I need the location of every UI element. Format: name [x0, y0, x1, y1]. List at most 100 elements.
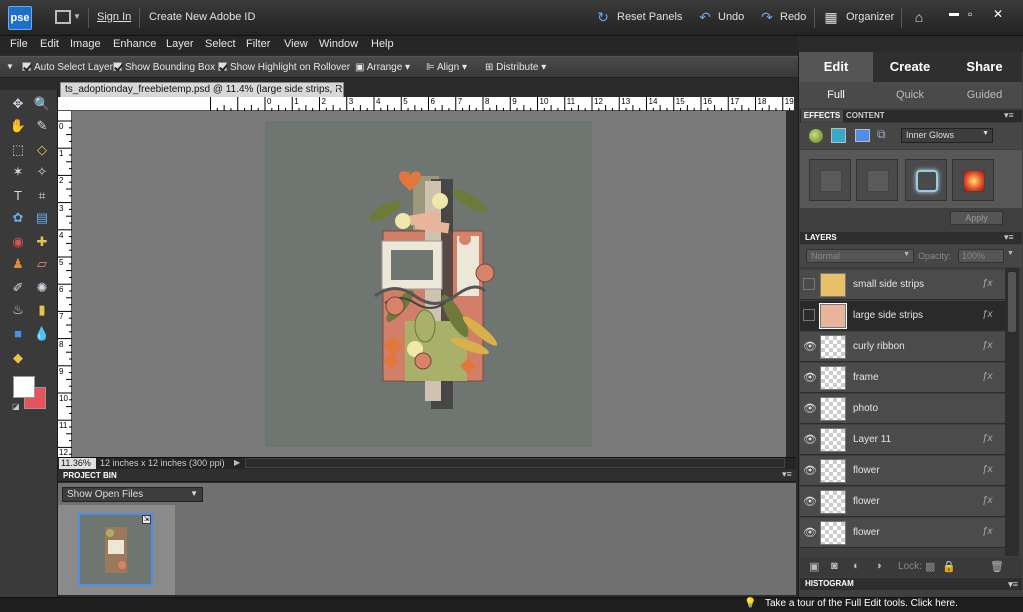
- organizer-button[interactable]: Organizer: [846, 11, 894, 23]
- redo-button[interactable]: Redo: [780, 11, 806, 23]
- cookie-cutter-tool-icon[interactable]: ✿: [8, 208, 28, 228]
- layer-style-icon[interactable]: ƒx: [982, 309, 993, 320]
- lasso-tool-icon[interactable]: ◇: [32, 140, 52, 160]
- fill-layer-icon[interactable]: ◑: [875, 560, 882, 572]
- distribute-dropdown[interactable]: ⊞ Distribute ▾: [485, 62, 546, 73]
- effect-thumbnail[interactable]: [905, 159, 947, 201]
- recompose-tool-icon[interactable]: ▤: [32, 208, 52, 228]
- menu-filter[interactable]: Filter: [246, 38, 270, 50]
- menu-file[interactable]: File: [10, 38, 28, 50]
- layer-row[interactable]: 👁 curly ribbon ƒx: [800, 332, 1005, 362]
- new-layer-icon[interactable]: ▣: [809, 560, 819, 573]
- trash-icon[interactable]: 🗑: [990, 560, 1004, 573]
- tab-effects[interactable]: EFFECTS: [801, 110, 843, 122]
- project-bin-header[interactable]: PROJECT BIN ▾≡: [58, 469, 796, 482]
- magic-wand-tool-icon[interactable]: ✶: [8, 162, 28, 182]
- eye-icon[interactable]: 👁: [803, 434, 817, 446]
- tab-full[interactable]: Full: [799, 85, 873, 105]
- effect-thumbnail[interactable]: [952, 159, 994, 201]
- paint-bucket-tool-icon[interactable]: ♨: [8, 300, 28, 320]
- menu-select[interactable]: Select: [205, 38, 236, 50]
- crop-tool-icon[interactable]: ⌗: [32, 186, 52, 206]
- panel-menu-icon[interactable]: ▾≡: [782, 469, 792, 480]
- shape-tool-icon[interactable]: ■: [8, 324, 28, 344]
- sign-in-link[interactable]: Sign In: [97, 11, 131, 23]
- photo-effects-icon[interactable]: [855, 129, 870, 142]
- eraser-tool-icon[interactable]: ▱: [32, 254, 52, 274]
- menu-view[interactable]: View: [284, 38, 308, 50]
- options-menu-icon[interactable]: ▼: [6, 62, 14, 71]
- show-all-effects-icon[interactable]: ⧉: [877, 127, 886, 142]
- close-button[interactable]: ✕: [993, 7, 1003, 21]
- open-file-thumbnail[interactable]: ⇲: [78, 513, 153, 586]
- blur-tool-icon[interactable]: 💧: [32, 324, 52, 344]
- layer-style-icon[interactable]: ƒx: [982, 433, 993, 444]
- layers-scrollbar[interactable]: [1005, 268, 1019, 556]
- menu-edit[interactable]: Edit: [40, 38, 59, 50]
- layer-row[interactable]: 👁 flower ƒx: [800, 518, 1005, 548]
- layer-row[interactable]: 👁 photo: [800, 394, 1005, 424]
- healing-brush-tool-icon[interactable]: ✚: [32, 232, 52, 252]
- layer-style-icon[interactable]: ƒx: [982, 526, 993, 537]
- menu-enhance[interactable]: Enhance: [113, 38, 156, 50]
- align-dropdown[interactable]: ⊫ Align ▾: [426, 62, 467, 73]
- create-adobe-id-link[interactable]: Create New Adobe ID: [149, 11, 255, 23]
- red-eye-tool-icon[interactable]: ◉: [8, 232, 28, 252]
- restore-button[interactable]: ▫: [968, 7, 972, 21]
- auto-select-layer-checkbox[interactable]: Auto Select Layer: [22, 62, 113, 73]
- eye-icon[interactable]: 👁: [803, 341, 817, 353]
- status-menu-arrow-icon[interactable]: ▶: [234, 458, 240, 467]
- layer-row[interactable]: 👁 frame ƒx: [800, 363, 1005, 393]
- tab-edit[interactable]: Edit: [799, 52, 873, 82]
- clone-stamp-tool-icon[interactable]: ♟: [8, 254, 28, 274]
- layer-row[interactable]: 👁 flower ƒx: [800, 487, 1005, 517]
- adjustment-layer-icon[interactable]: ◐: [853, 560, 860, 572]
- layer-style-icon[interactable]: ƒx: [982, 495, 993, 506]
- move-tool-icon[interactable]: ✥: [8, 94, 28, 114]
- quick-selection-tool-icon[interactable]: ✧: [32, 162, 52, 182]
- layer-style-icon[interactable]: ƒx: [982, 340, 993, 351]
- brush-tool-icon[interactable]: ✐: [8, 278, 28, 298]
- tab-share[interactable]: Share: [947, 52, 1022, 82]
- tab-create[interactable]: Create: [873, 52, 947, 82]
- opacity-field[interactable]: 100%: [958, 249, 1004, 263]
- redo-icon[interactable]: ↷: [759, 9, 775, 25]
- layer-row[interactable]: small side strips ƒx: [800, 270, 1005, 300]
- layer-style-icon[interactable]: ƒx: [982, 278, 993, 289]
- zoom-tool-icon[interactable]: 🔍: [32, 94, 52, 114]
- default-colors-icon[interactable]: ◪: [12, 402, 20, 411]
- show-highlight-checkbox[interactable]: Show Highlight on Rollover: [218, 62, 350, 73]
- chevron-down-icon[interactable]: ▼: [1007, 250, 1014, 257]
- layer-row[interactable]: 👁 flower ƒx: [800, 456, 1005, 486]
- workspace-icon[interactable]: [55, 10, 71, 24]
- show-open-files-dropdown[interactable]: Show Open Files ▼: [62, 487, 203, 502]
- close-document-icon[interactable]: ×: [334, 83, 340, 94]
- effects-category-dropdown[interactable]: Inner Glows ▼: [901, 128, 993, 143]
- tab-quick[interactable]: Quick: [873, 85, 947, 105]
- panel-menu-icon[interactable]: ▾≡: [1004, 110, 1014, 121]
- eyedropper-tool-icon[interactable]: ✎: [32, 116, 52, 136]
- undo-icon[interactable]: ↶: [697, 9, 713, 25]
- tab-content[interactable]: CONTENT: [846, 110, 885, 122]
- zoom-level-field[interactable]: 11.36%: [59, 458, 96, 469]
- panel-menu-icon[interactable]: ▾≡: [1008, 578, 1018, 590]
- visibility-toggle[interactable]: [803, 309, 815, 321]
- layer-row[interactable]: 👁 Layer 11 ƒx: [800, 425, 1005, 455]
- smart-brush-tool-icon[interactable]: ✺: [32, 278, 52, 298]
- apply-button[interactable]: Apply: [950, 211, 1003, 225]
- layer-mask-icon[interactable]: ◙: [831, 560, 838, 572]
- visibility-toggle[interactable]: [803, 278, 815, 290]
- reset-panels-button[interactable]: Reset Panels: [617, 11, 682, 23]
- canvas-horizontal-scrollbar[interactable]: [245, 458, 785, 468]
- layer-row[interactable]: large side strips ƒx: [800, 301, 1005, 331]
- chevron-down-icon[interactable]: ▼: [73, 12, 81, 21]
- artboard[interactable]: [265, 121, 592, 447]
- menu-layer[interactable]: Layer: [166, 38, 194, 50]
- eye-icon[interactable]: 👁: [803, 403, 817, 415]
- hand-tool-icon[interactable]: ✋: [8, 116, 28, 136]
- document-tab[interactable]: ts_adoptionday_freebietemp.psd @ 11.4% (…: [60, 82, 344, 97]
- layer-styles-icon[interactable]: [809, 129, 823, 143]
- blend-mode-dropdown[interactable]: Normal ▼: [806, 249, 914, 263]
- lock-all-icon[interactable]: 🔒: [942, 560, 956, 573]
- type-tool-icon[interactable]: T: [8, 186, 28, 206]
